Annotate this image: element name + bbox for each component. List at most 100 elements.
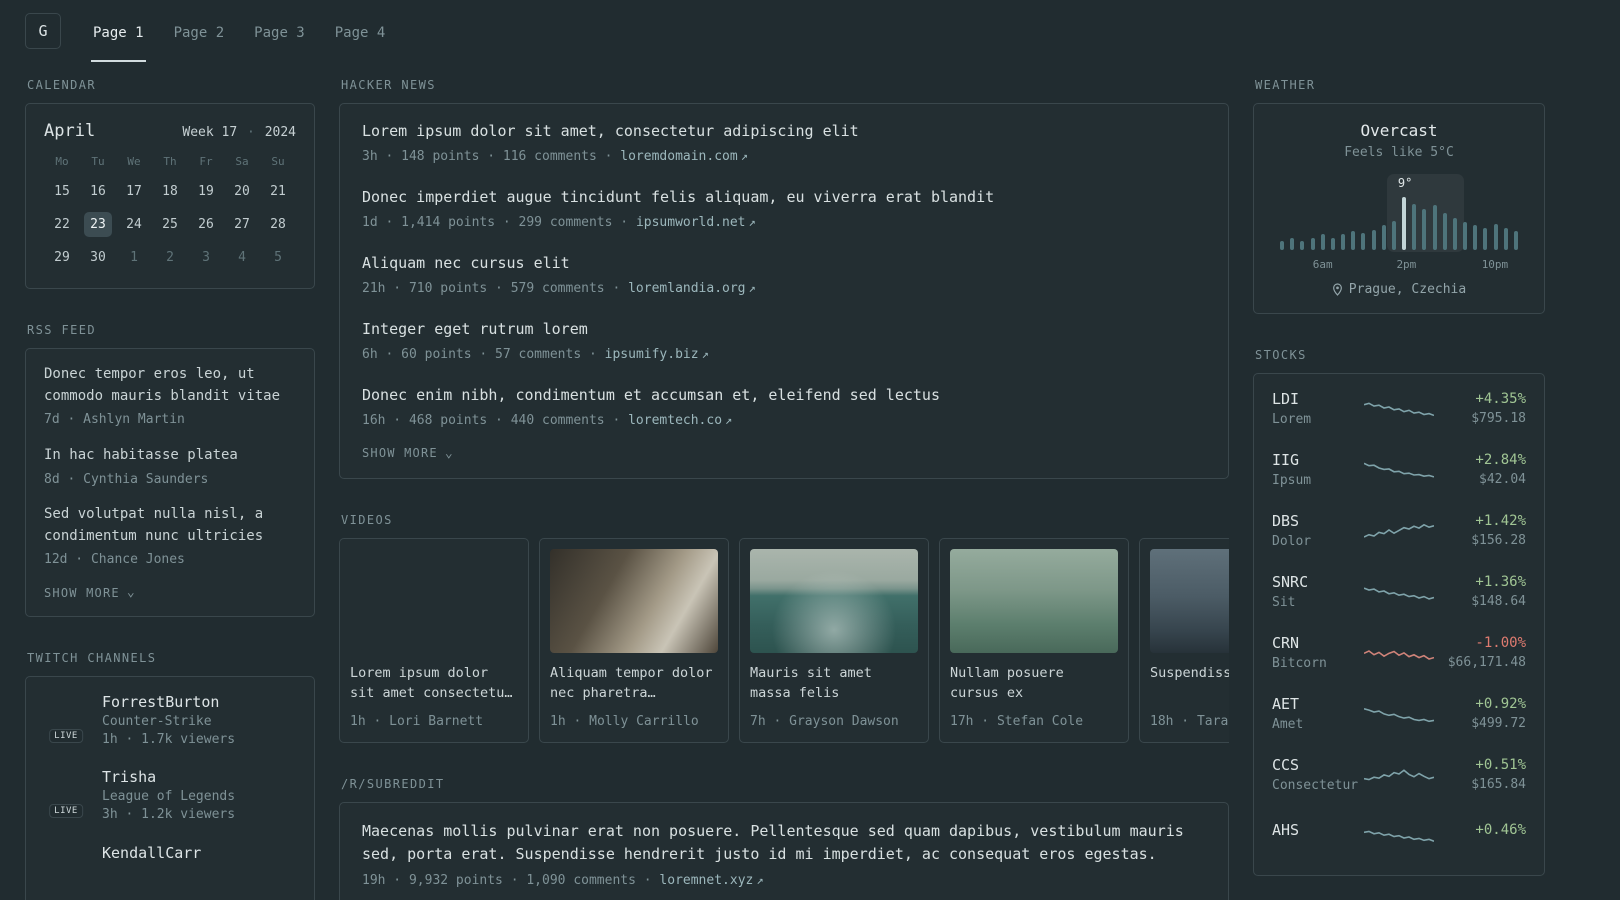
hn-story[interactable]: Donec imperdiet augue tincidunt felis al… xyxy=(362,186,1206,232)
weather-hour-bar xyxy=(1300,241,1305,250)
subreddit-post-title[interactable]: Maecenas mollis pulvinar erat non posuer… xyxy=(362,820,1206,867)
video-title[interactable]: Lorem ipsum dolor sit amet consectetu… xyxy=(350,663,518,703)
twitch-channel[interactable]: LIVE Trisha League of Legends 3h · 1.2k … xyxy=(44,768,296,825)
video-title[interactable]: Nullam posuere cursus ex xyxy=(950,663,1118,703)
app-logo[interactable]: G xyxy=(25,13,61,49)
stock-row: LDI Lorem +4.35% $795.18 xyxy=(1272,390,1526,427)
twitch-channel-name[interactable]: Trisha xyxy=(102,768,235,786)
video-title[interactable]: Mauris sit amet massa felis xyxy=(750,663,918,703)
stock-ticker: IIG xyxy=(1272,451,1300,469)
hn-story-title[interactable]: Integer eget rutrum lorem xyxy=(362,318,1206,341)
rss-item[interactable]: Sed volutpat nulla nisl, a condimentum n… xyxy=(44,504,296,570)
chevron-down-icon: ⌄ xyxy=(444,445,454,461)
stock-ticker: CRN xyxy=(1272,634,1300,652)
video-title[interactable]: Aliquam tempor dolor nec pharetra… xyxy=(550,663,718,703)
calendar-day: 26 xyxy=(198,217,214,232)
rss-item[interactable]: Donec tempor eros leo, ut commodo mauris… xyxy=(44,364,296,430)
stock-sparkline xyxy=(1364,516,1434,546)
calendar-day: 16 xyxy=(90,184,106,199)
subreddit-post-meta: 19h · 9,932 points · 1,090 comments · lo… xyxy=(362,873,764,888)
hn-story[interactable]: Integer eget rutrum lorem 6h · 60 points… xyxy=(362,318,1206,364)
twitch-game[interactable]: Counter-Strike xyxy=(102,714,235,729)
calendar-day: 27 xyxy=(234,217,250,232)
weather-card: Overcast Feels like 5°C 9° 6am 2pm 10pm … xyxy=(1253,103,1545,314)
stock-sparkline xyxy=(1364,577,1434,607)
external-link-icon: ↗ xyxy=(740,148,748,163)
hn-domain-link[interactable]: loremtech.co ↗ xyxy=(628,413,732,428)
twitch-channel[interactable]: LIVE ForrestBurton Counter-Strike 1h · 1… xyxy=(44,693,296,750)
stock-name: Ipsum xyxy=(1272,473,1312,488)
calendar-section-title: CALENDAR xyxy=(27,78,96,92)
video-card[interactable]: Lorem ipsum dolor sit amet consectetu… 1… xyxy=(339,538,529,743)
middle-column: HACKER NEWS Lorem ipsum dolor sit amet, … xyxy=(339,78,1229,900)
external-link-icon: ↗ xyxy=(748,214,756,229)
hn-show-more-button[interactable]: SHOW MORE ⌄ xyxy=(362,446,454,460)
weather-hour-bar xyxy=(1341,234,1346,250)
hn-story-meta: 21h · 710 points · 579 comments · loreml… xyxy=(362,280,756,296)
hn-story-title[interactable]: Lorem ipsum dolor sit amet, consectetur … xyxy=(362,120,1206,143)
video-thumbnail[interactable] xyxy=(1150,549,1229,653)
hn-domain-link[interactable]: ipsumworld.net ↗ xyxy=(636,215,756,230)
hn-domain-link[interactable]: loremdomain.com ↗ xyxy=(620,149,748,164)
stock-ticker: LDI xyxy=(1272,390,1300,408)
stock-row: CCS Consectetur +0.51% $165.84 xyxy=(1272,756,1526,793)
stock-sparkline xyxy=(1364,760,1434,790)
video-thumbnail[interactable] xyxy=(550,549,718,653)
hn-domain-link[interactable]: ipsumify.biz ↗ xyxy=(605,347,709,362)
stock-name: Dolor xyxy=(1272,534,1312,549)
stock-price: $148.64 xyxy=(1471,594,1526,609)
rss-section-title: RSS FEED xyxy=(27,323,96,337)
video-thumbnail[interactable] xyxy=(350,549,518,653)
calendar-day-today: 23 xyxy=(84,212,112,237)
hn-story[interactable]: Lorem ipsum dolor sit amet, consectetur … xyxy=(362,120,1206,166)
tab-page-1[interactable]: Page 1 xyxy=(91,0,146,62)
stock-row: DBS Dolor +1.42% $156.28 xyxy=(1272,512,1526,549)
stock-row: SNRC Sit +1.36% $148.64 xyxy=(1272,573,1526,610)
weather-location[interactable]: Prague, Czechia xyxy=(1272,282,1526,297)
video-card[interactable]: Suspendisse diam 18h · Tara xyxy=(1139,538,1229,743)
hn-story-title[interactable]: Aliquam nec cursus elit xyxy=(362,252,1206,275)
calendar-day: 22 xyxy=(54,217,70,232)
rss-item-title[interactable]: Donec tempor eros leo, ut commodo mauris… xyxy=(44,364,296,407)
hn-domain-link[interactable]: loremlandia.org ↗ xyxy=(628,281,756,296)
twitch-card: LIVE ForrestBurton Counter-Strike 1h · 1… xyxy=(25,675,315,900)
tab-page-4[interactable]: Page 4 xyxy=(333,0,388,62)
calendar-day: 28 xyxy=(270,217,286,232)
twitch-channel-name[interactable]: KendallCarr xyxy=(102,844,201,862)
weather-hour-bar xyxy=(1351,231,1356,250)
twitch-game[interactable]: League of Legends xyxy=(102,789,235,804)
tab-page-2[interactable]: Page 2 xyxy=(172,0,227,62)
video-title[interactable]: Suspendisse diam xyxy=(1150,663,1229,703)
rss-item-title[interactable]: In hac habitasse platea xyxy=(44,445,296,467)
stock-change: +1.42% xyxy=(1475,513,1526,529)
tab-page-3[interactable]: Page 3 xyxy=(252,0,307,62)
hn-story[interactable]: Aliquam nec cursus elit 21h · 710 points… xyxy=(362,252,1206,298)
calendar-grid: Mo Tu We Th Fr Sa Su 15 16 17 18 19 20 21 22 23 24 25 26 27… xyxy=(44,155,296,270)
hn-story-title[interactable]: Donec imperdiet augue tincidunt felis al… xyxy=(362,186,1206,209)
rss-show-more-button[interactable]: SHOW MORE ⌄ xyxy=(44,586,136,600)
stock-ticker: CCS xyxy=(1272,756,1300,774)
stock-name: Sit xyxy=(1272,595,1296,610)
subreddit-post[interactable]: Maecenas mollis pulvinar erat non posuer… xyxy=(362,820,1206,891)
calendar-day: 15 xyxy=(54,184,70,199)
rss-item[interactable]: In hac habitasse platea 8d · Cynthia Sau… xyxy=(44,445,296,489)
video-thumbnail[interactable] xyxy=(750,549,918,653)
video-card[interactable]: Nullam posuere cursus ex 17h · Stefan Co… xyxy=(939,538,1129,743)
twitch-channel[interactable]: KendallCarr xyxy=(44,844,296,888)
right-column: WEATHER Overcast Feels like 5°C 9° 6am 2… xyxy=(1253,78,1545,900)
weather-condition: Overcast xyxy=(1360,121,1438,140)
video-card[interactable]: Mauris sit amet massa felis 7h · Grayson… xyxy=(739,538,929,743)
subreddit-domain-link[interactable]: loremnet.xyz ↗ xyxy=(659,873,763,888)
weather-hour-bar xyxy=(1381,225,1386,250)
video-meta: 18h · Tara xyxy=(1150,714,1229,729)
hn-story-title[interactable]: Donec enim nibh, condimentum et accumsan… xyxy=(362,384,1206,407)
hn-story[interactable]: Donec enim nibh, condimentum et accumsan… xyxy=(362,384,1206,430)
twitch-channel-name[interactable]: ForrestBurton xyxy=(102,693,235,711)
chevron-down-icon: ⌄ xyxy=(126,585,136,601)
hn-story-meta: 3h · 148 points · 116 comments · loremdo… xyxy=(362,148,748,164)
video-card[interactable]: Aliquam tempor dolor nec pharetra… 1h · … xyxy=(539,538,729,743)
weather-hour-bar xyxy=(1483,228,1488,250)
rss-item-title[interactable]: Sed volutpat nulla nisl, a condimentum n… xyxy=(44,504,296,547)
hacker-news-card: Lorem ipsum dolor sit amet, consectetur … xyxy=(339,103,1229,479)
video-thumbnail[interactable] xyxy=(950,549,1118,653)
